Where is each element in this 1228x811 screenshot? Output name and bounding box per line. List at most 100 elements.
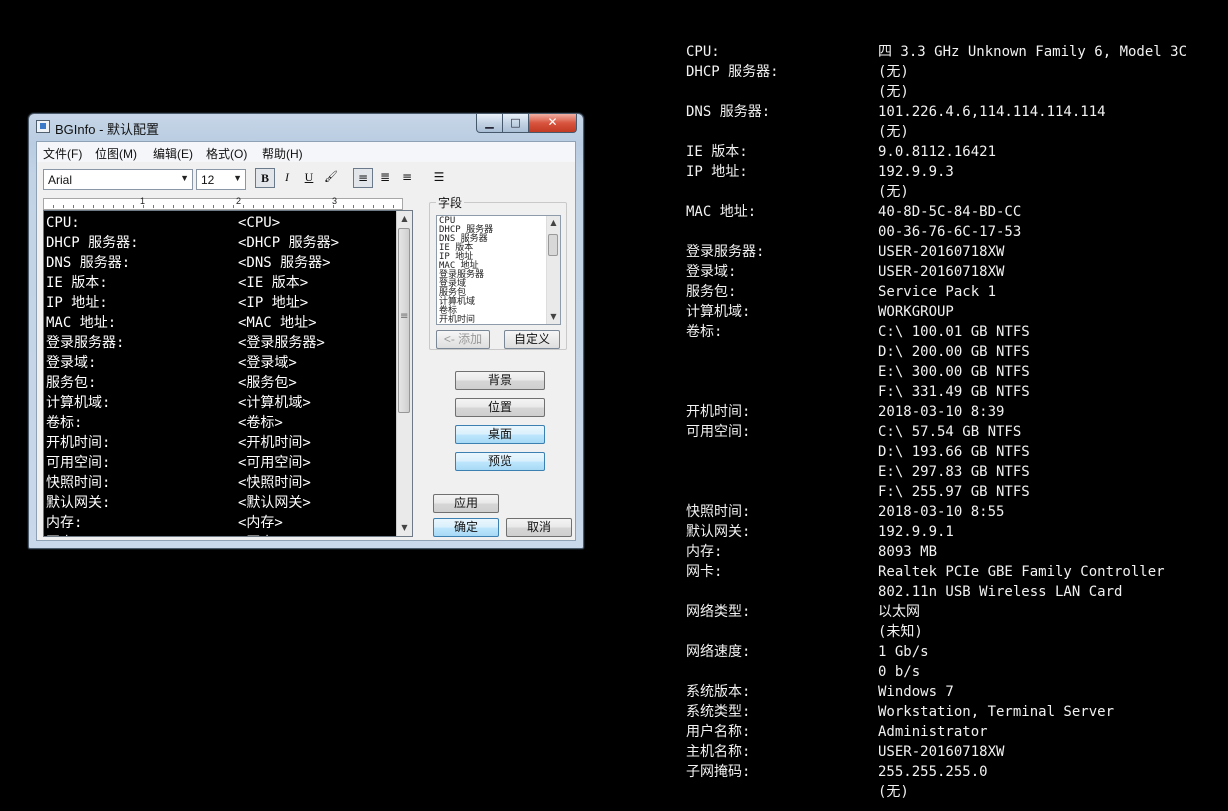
info-label: 用户名称:: [686, 724, 751, 740]
menu-file[interactable]: 文件(F): [43, 145, 82, 162]
editor-row: 登录服务器: <登录服务器>: [46, 333, 396, 353]
editor-row-label: 服务包:: [46, 375, 97, 391]
editor-row: 卷标: <卷标>: [46, 413, 396, 433]
info-value: Workstation, Terminal Server: [878, 704, 1115, 720]
editor-row-field: <登录服务器>: [238, 335, 325, 351]
info-label: CPU:: [686, 44, 720, 60]
info-value: 四 3.3 GHz Unknown Family 6, Model 3C: [878, 44, 1188, 60]
fields-scrollbar[interactable]: ▲ ▼: [546, 216, 560, 324]
title-bar[interactable]: BGInfo - 默认配置 ▁ □ ✕: [29, 114, 583, 140]
ruler-mark: 2: [236, 196, 242, 206]
info-value: 9.0.8112.16421: [878, 144, 997, 160]
info-value: F:\ 255.97 GB NTFS: [878, 484, 1030, 500]
info-label: 登录服务器:: [686, 244, 765, 260]
editor-row: 可用空间: <可用空间>: [46, 453, 396, 473]
editor-scrollbar[interactable]: ▲ ▼: [396, 211, 412, 536]
ruler-mark: 1: [140, 196, 146, 206]
font-select-value: Arial: [48, 173, 73, 187]
align-center-icon[interactable]: ≣: [375, 168, 395, 188]
minimize-button[interactable]: ▁: [476, 114, 503, 133]
menu-bitmap[interactable]: 位图(M): [95, 145, 137, 162]
editor-row-label: CPU:: [46, 215, 80, 231]
cancel-button[interactable]: 取消: [506, 518, 572, 537]
info-label: 计算机域:: [686, 304, 751, 320]
position-button[interactable]: 位置: [455, 398, 545, 417]
info-value: WORKGROUP: [878, 304, 954, 320]
preview-button[interactable]: 预览: [455, 452, 545, 471]
close-button[interactable]: ✕: [528, 114, 577, 133]
fields-group: 字段 CPU DHCP 服务器 DNS 服务器 IE 版本 IP 地址 MAC 地址 登录服…: [429, 194, 567, 350]
apply-button[interactable]: 应用: [433, 494, 499, 513]
editor-row-field: <登录域>: [238, 355, 297, 371]
scroll-down-icon[interactable]: ▼: [397, 520, 412, 536]
info-label: 系统版本:: [686, 684, 751, 700]
info-value: 00-36-76-6C-17-53: [878, 224, 1022, 240]
info-value: (无): [878, 784, 909, 800]
editor-row-field: <内存>: [238, 515, 283, 531]
info-value: USER-20160718XW: [878, 744, 1005, 760]
menu-help[interactable]: 帮助(H): [262, 145, 303, 162]
ok-button[interactable]: 确定: [433, 518, 499, 537]
fields-scroll-thumb[interactable]: [548, 234, 558, 256]
align-right-icon[interactable]: ≡: [397, 168, 417, 188]
editor-row-label: IE 版本:: [46, 275, 108, 291]
info-label: DHCP 服务器:: [686, 64, 779, 80]
editor-row: IE 版本: <IE 版本>: [46, 273, 396, 293]
info-value: (无): [878, 124, 909, 140]
window-client-area: 文件(F) 位图(M) 编辑(E) 格式(O) 帮助(H) Arial ▼ 12…: [36, 141, 576, 541]
info-label: 网络速度:: [686, 644, 751, 660]
info-value: (无): [878, 64, 909, 80]
editor-row: MAC 地址: <MAC 地址>: [46, 313, 396, 333]
bullets-icon[interactable]: ☰: [429, 168, 449, 188]
custom-field-button[interactable]: 自定义: [504, 330, 560, 349]
text-color-icon[interactable]: 🖌: [321, 168, 341, 188]
scroll-up-icon[interactable]: ▲: [547, 216, 560, 230]
info-value: 2018-03-10 8:55: [878, 504, 1005, 520]
scroll-up-icon[interactable]: ▲: [397, 211, 412, 227]
bold-button[interactable]: B: [255, 168, 275, 188]
menu-format[interactable]: 格式(O): [206, 145, 247, 162]
info-label: 系统类型:: [686, 704, 751, 720]
text-editor[interactable]: CPU: <CPU> DHCP 服务器: <DHCP 服务器> DNS 服务器: <DNS…: [43, 210, 413, 537]
editor-row-label: MAC 地址:: [46, 315, 117, 331]
info-value: 802.11n USB Wireless LAN Card: [878, 584, 1123, 600]
info-value: D:\ 200.00 GB NTFS: [878, 344, 1030, 360]
align-left-icon[interactable]: ≡: [353, 168, 373, 188]
editor-row-label: 卷标:: [46, 415, 83, 431]
info-label: 卷标:: [686, 324, 723, 340]
info-label: 快照时间:: [686, 504, 751, 520]
underline-button[interactable]: U: [299, 168, 319, 188]
fields-list[interactable]: CPU DHCP 服务器 DNS 服务器 IE 版本 IP 地址 MAC 地址 登录服务器登…: [436, 215, 561, 325]
editor-row: 计算机域: <计算机域>: [46, 393, 396, 413]
info-value: (无): [878, 84, 909, 100]
info-value: 255.255.255.0: [878, 764, 988, 780]
background-button[interactable]: 背景: [455, 371, 545, 390]
italic-button[interactable]: I: [277, 168, 297, 188]
fields-items: CPU DHCP 服务器 DNS 服务器 IE 版本 IP 地址 MAC 地址 登录服务器登…: [439, 217, 493, 325]
editor-row-field: <DHCP 服务器>: [238, 235, 340, 251]
add-field-button[interactable]: <- 添加: [436, 330, 490, 349]
editor-row-field: <快照时间>: [238, 475, 311, 491]
menu-edit[interactable]: 编辑(E): [153, 145, 193, 162]
chevron-down-icon: ▼: [233, 173, 242, 183]
scroll-down-icon[interactable]: ▼: [547, 310, 560, 324]
editor-row-field: <CPU>: [238, 215, 281, 231]
info-label: 登录域:: [686, 264, 737, 280]
font-select[interactable]: Arial ▼: [43, 169, 193, 190]
editor-row: 默认网关: <默认网关>: [46, 493, 396, 513]
editor-row-field: <默认网关>: [238, 495, 311, 511]
info-value: USER-20160718XW: [878, 244, 1005, 260]
info-value: Windows 7: [878, 684, 954, 700]
info-value: F:\ 331.49 GB NTFS: [878, 384, 1030, 400]
editor-scroll-thumb[interactable]: [398, 228, 410, 413]
menu-bar: 文件(F) 位图(M) 编辑(E) 格式(O) 帮助(H): [37, 142, 575, 162]
field-list-item[interactable]: 开机时间: [439, 316, 493, 325]
info-value: 101.226.4.6,114.114.114.114: [878, 104, 1106, 120]
info-label: IE 版本:: [686, 144, 748, 160]
info-value: 192.9.9.1: [878, 524, 954, 540]
info-value: Service Pack 1: [878, 284, 997, 300]
maximize-button[interactable]: □: [502, 114, 529, 133]
desktop-button[interactable]: 桌面: [455, 425, 545, 444]
font-size-select[interactable]: 12 ▼: [196, 169, 246, 190]
app-icon[interactable]: [36, 120, 50, 133]
